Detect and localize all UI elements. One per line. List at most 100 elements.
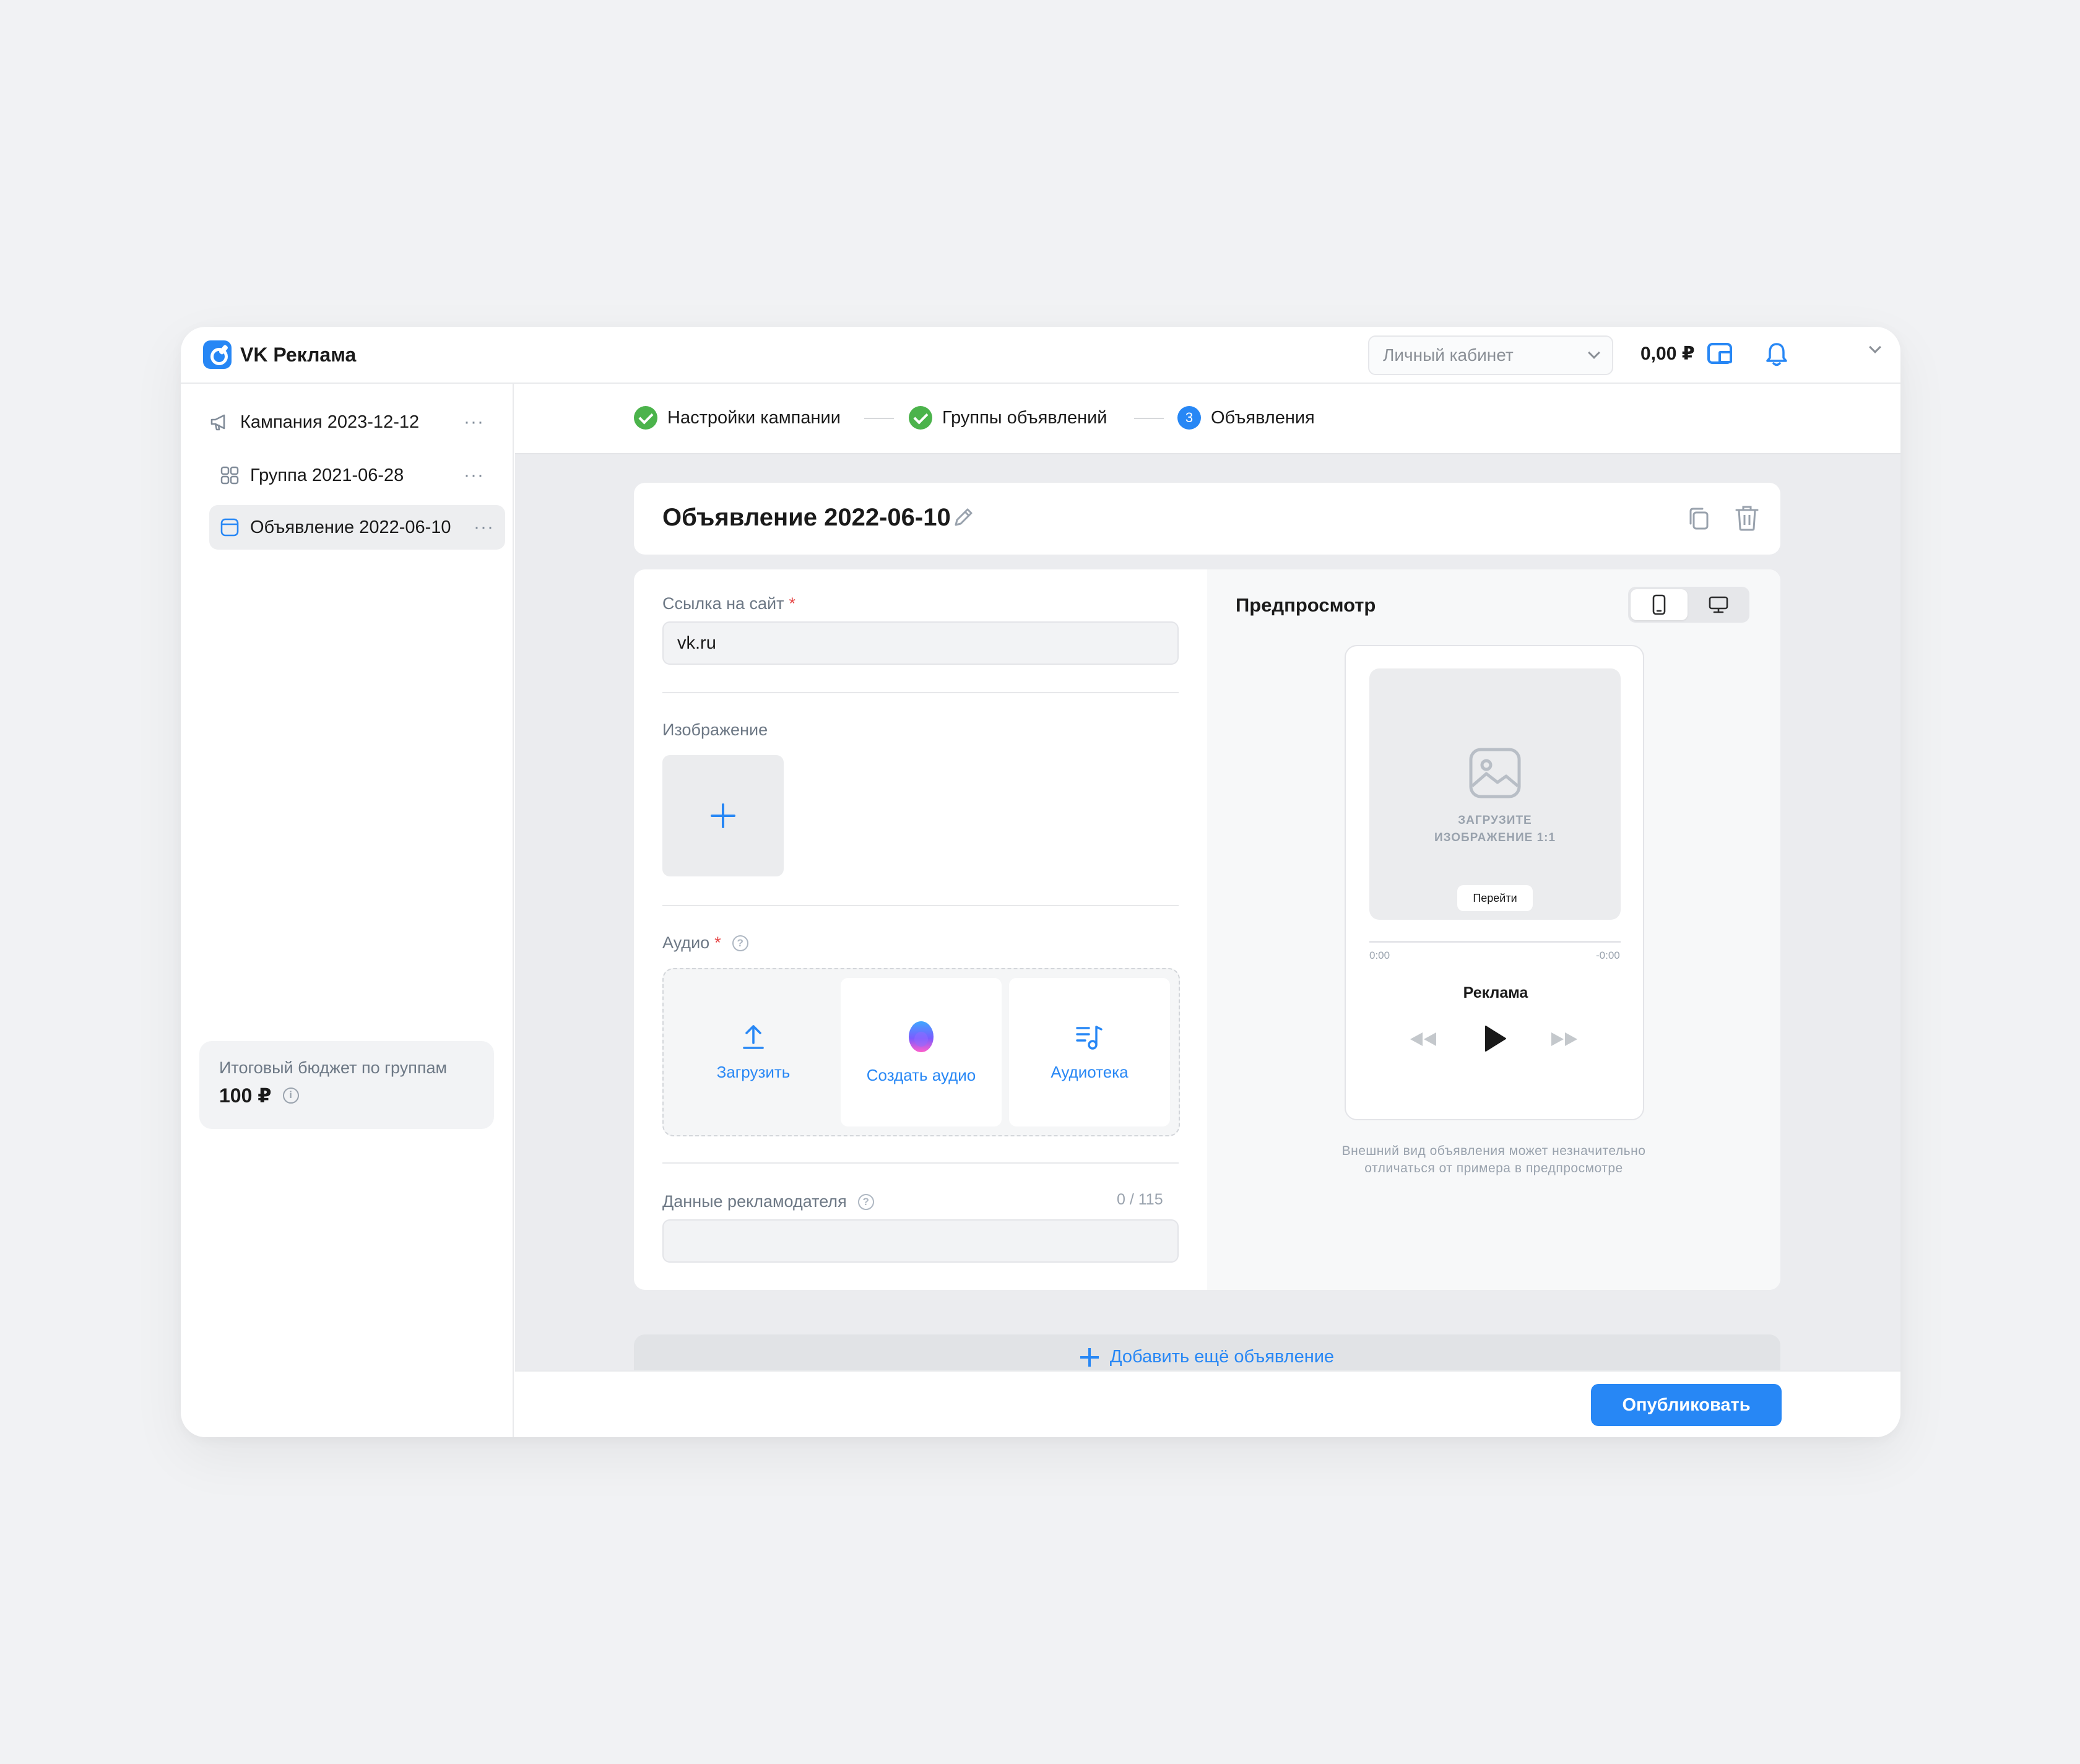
sidebar-item-campaign[interactable]: Кампания 2023-12-12 ··· [199,400,495,444]
advertiser-input[interactable] [662,1219,1179,1263]
rewind-icon [1410,1032,1436,1046]
site-link-value: vk.ru [677,633,716,653]
add-ad-button[interactable]: Добавить ещё объявление [634,1334,1780,1372]
audio-library-button[interactable]: Аудиотека [1009,978,1170,1126]
chevron-down-icon [1588,347,1600,359]
grid-icon [220,466,239,485]
wallet-icon[interactable] [1707,343,1732,364]
trash-icon[interactable] [1733,504,1761,532]
profile-chevron-down-icon[interactable] [1869,341,1881,353]
preview-disclaimer: Внешний вид объявления может незначитель… [1331,1143,1657,1177]
main-area: Настройки кампании Группы объявлений 3 О… [515,384,1900,1437]
help-icon[interactable]: ? [732,935,748,951]
track-title: Реклама [1463,984,1528,1001]
add-image-button[interactable] [662,755,784,876]
more-icon[interactable]: ··· [464,413,484,431]
required-mark: * [789,594,795,613]
create-audio-label: Создать аудио [866,1065,976,1084]
divider [662,905,1179,906]
plus-icon [711,803,735,828]
char-counter: 0 / 115 [1117,1191,1163,1208]
device-toggle [1628,587,1749,623]
plus-icon [1080,1347,1099,1367]
ad-form: Ссылка на сайт * vk.ru Изображение Аудио… [634,569,1207,1290]
advertiser-label: Данные рекламодателя ? [662,1192,874,1211]
step-label: Группы объявлений [942,407,1107,428]
step-campaign-settings[interactable]: Настройки кампании [634,406,841,430]
info-icon[interactable]: i [282,1087,299,1104]
time-start: 0:00 [1369,949,1390,961]
step-ad-groups[interactable]: Группы объявлений [909,406,1107,430]
audio-picker: Загрузить Создать аудио Аудиотека [662,968,1180,1136]
required-mark: * [714,933,721,952]
divider [662,692,1179,693]
upload-audio-label: Загрузить [716,1062,791,1081]
preview-goto-button: Перейти [1457,885,1533,911]
advertiser-label-text: Данные рекламодателя [662,1192,847,1211]
audio-progress-bar [1369,941,1621,943]
time-end: -0:00 [1596,949,1620,961]
sidebar-item-ad[interactable]: Объявление 2022-06-10 ··· [209,505,505,550]
audio-library-label: Аудиотека [1051,1062,1129,1081]
image-placeholder-text: ЗАГРУЗИТЕ ИЗОБРАЖЕНИЕ 1:1 [1369,812,1621,847]
ad-card-icon [220,518,239,537]
ad-title-card: Объявление 2022-06-10 [634,483,1780,555]
budget-value: 100 ₽ [219,1084,272,1107]
create-audio-button[interactable]: Создать аудио [841,978,1002,1126]
footer-bar: Опубликовать [515,1370,1900,1437]
logo[interactable]: VK Реклама [203,340,356,369]
copy-icon[interactable] [1685,505,1712,532]
balance-value: 0,00 ₽ [1640,344,1695,364]
preview-panel: Предпросмотр ЗАГРУЗИТЕ ИЗОБРАЖЕНИЕ 1:1 П… [1207,569,1780,1290]
desktop-view-button[interactable] [1690,589,1747,620]
upload-audio-button[interactable]: Загрузить [672,978,834,1126]
check-icon [634,406,657,430]
more-icon[interactable]: ··· [474,518,494,537]
site-link-label: Ссылка на сайт * [662,594,795,613]
play-icon [1485,1026,1506,1052]
step-ads[interactable]: 3 Объявления [1177,406,1315,430]
step-label: Объявления [1211,407,1315,428]
sidebar-item-label: Группа 2021-06-28 [250,465,404,485]
pencil-icon[interactable] [951,505,976,530]
fast-forward-icon [1551,1032,1577,1046]
step-label: Настройки кампании [667,407,841,428]
app-window: VK Реклама Личный кабинет 0,00 ₽ Кампани… [181,327,1900,1437]
image-placeholder: ЗАГРУЗИТЕ ИЗОБРАЖЕНИЕ 1:1 Перейти [1369,668,1621,920]
publish-button[interactable]: Опубликовать [1591,1384,1782,1426]
disclaimer-line: Внешний вид объявления может незначитель… [1341,1144,1646,1158]
site-link-label-text: Ссылка на сайт [662,594,784,613]
music-list-icon [1076,1025,1103,1050]
step-divider [864,418,894,419]
budget-title: Итоговый бюджет по группам [219,1058,448,1077]
app-title: VK Реклама [240,343,357,366]
sidebar-item-label: Кампания 2023-12-12 [240,412,420,432]
stepper: Настройки кампании Группы объявлений 3 О… [515,384,1900,454]
step-number: 3 [1177,406,1201,430]
budget-summary: Итоговый бюджет по группам 100 ₽ i [199,1041,494,1129]
account-select-value: Личный кабинет [1383,345,1514,365]
account-select[interactable]: Личный кабинет [1368,335,1613,375]
audio-label-text: Аудио [662,933,710,952]
top-bar: VK Реклама Личный кабинет 0,00 ₽ [181,327,1900,384]
phone-preview: ЗАГРУЗИТЕ ИЗОБРАЖЕНИЕ 1:1 Перейти 0:00 -… [1345,645,1644,1120]
site-link-input[interactable]: vk.ru [662,621,1179,665]
ad-form-card: Ссылка на сайт * vk.ru Изображение Аудио… [634,569,1780,1290]
more-icon[interactable]: ··· [464,466,484,485]
bell-icon[interactable] [1766,342,1788,368]
sidebar: Кампания 2023-12-12 ··· Группа 2021-06-2… [181,384,514,1437]
vk-ads-logo-icon [203,340,232,369]
sidebar-item-group[interactable]: Группа 2021-06-28 ··· [209,453,495,498]
megaphone-icon [210,414,225,431]
disclaimer-line: отличаться от примера в предпросмотре [1364,1161,1623,1175]
sidebar-item-label: Объявление 2022-06-10 [250,517,451,537]
image-label: Изображение [662,720,768,739]
help-icon[interactable]: ? [857,1193,874,1210]
image-icon [1469,748,1521,798]
phone-icon [1652,594,1666,615]
divider [662,1162,1179,1164]
page-title: Объявление 2022-06-10 [662,504,951,531]
add-ad-label: Добавить ещё объявление [1109,1347,1335,1367]
mobile-view-button[interactable] [1631,589,1688,620]
placeholder-line: ИЗОБРАЖЕНИЕ 1:1 [1434,831,1556,844]
